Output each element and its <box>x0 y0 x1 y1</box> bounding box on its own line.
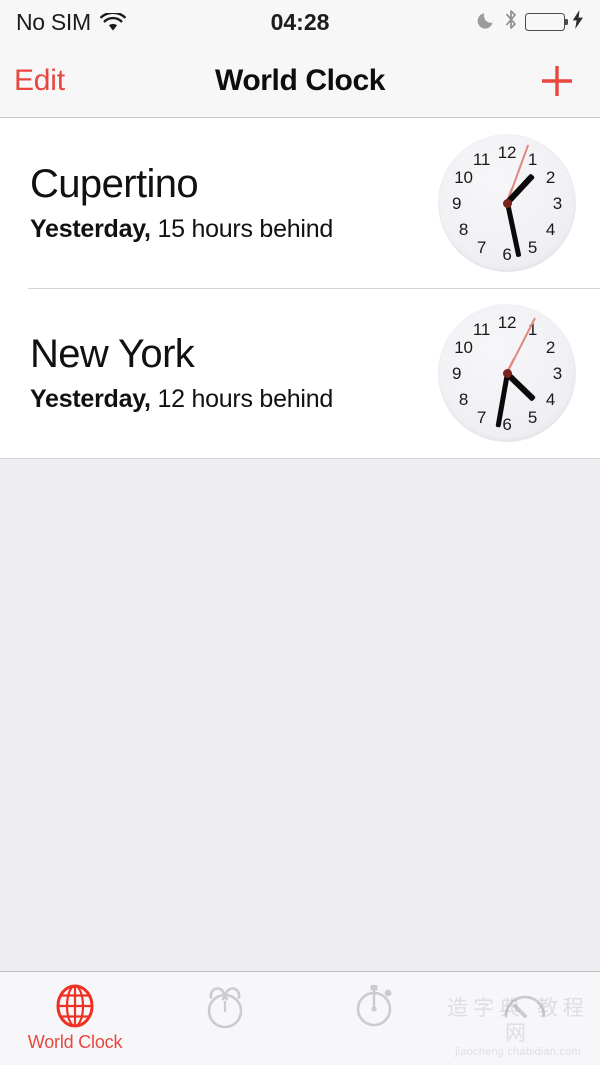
hours-behind-label: 15 hours behind <box>157 214 333 243</box>
do-not-disturb-moon-icon <box>477 10 497 35</box>
clock-numeral: 4 <box>545 220 556 240</box>
clock-numeral: 8 <box>458 390 469 410</box>
clock-center-pin <box>502 368 512 378</box>
city-name: Cupertino <box>30 161 199 206</box>
clock-numeral: 12 <box>497 142 517 162</box>
bluetooth-icon <box>504 9 518 35</box>
tab-world-clock[interactable]: World Clock <box>0 972 150 1065</box>
clock-numeral: 10 <box>454 167 473 187</box>
clock-numeral: 11 <box>472 319 491 339</box>
offset-label: Yesterday, 15 hours behind <box>30 214 438 244</box>
edit-button[interactable]: Edit <box>14 64 65 98</box>
clock-numeral: 3 <box>552 194 562 213</box>
add-city-button[interactable] <box>536 60 578 102</box>
clock-numeral: 3 <box>552 364 562 383</box>
charging-bolt-icon <box>572 10 584 34</box>
analog-clock: 12 1 2 3 4 5 6 7 8 9 10 11 <box>438 304 576 442</box>
clock-numeral: 9 <box>451 364 462 383</box>
status-bar: No SIM 04:28 <box>0 0 600 44</box>
wifi-icon <box>99 12 126 32</box>
tab-timer[interactable]: Timer <box>450 972 600 1065</box>
timer-icon <box>500 981 550 1031</box>
day-label: Yesterday, <box>30 384 151 413</box>
day-label: Yesterday, <box>30 214 151 243</box>
status-bar-left: No SIM <box>16 9 126 36</box>
clock-numeral: 11 <box>472 149 491 169</box>
alarm-clock-icon <box>199 981 251 1031</box>
clock-numeral: 5 <box>527 408 538 428</box>
clock-numeral: 9 <box>451 194 462 213</box>
clock-numeral: 5 <box>527 238 538 258</box>
stopwatch-icon <box>350 981 400 1031</box>
clock-center-pin <box>502 198 512 208</box>
world-clock-list: Cupertino Yesterday, 15 hours behind 12 … <box>0 118 600 459</box>
globe-icon <box>51 981 99 1031</box>
clock-numeral: 12 <box>497 312 517 332</box>
clock-numeral: 2 <box>545 337 556 357</box>
clock-numeral: 10 <box>454 337 473 357</box>
clock-numeral: 4 <box>545 390 556 410</box>
clock-numeral: 7 <box>476 408 487 428</box>
tab-stopwatch[interactable]: Stopwatch <box>300 972 450 1065</box>
battery-icon <box>525 13 568 31</box>
clock-row-text: Cupertino Yesterday, 15 hours behind <box>30 161 438 244</box>
clock-numeral: 7 <box>476 238 487 258</box>
offset-label: Yesterday, 12 hours behind <box>30 384 438 414</box>
tab-bar: World Clock Alarm Stopwatch <box>0 971 600 1065</box>
plus-icon <box>542 65 572 96</box>
table-row[interactable]: New York Yesterday, 12 hours behind 12 1… <box>0 288 600 458</box>
navigation-bar: Edit World Clock <box>0 44 600 118</box>
status-bar-right <box>477 9 584 35</box>
page-title: World Clock <box>214 63 386 97</box>
analog-clock: 12 1 2 3 4 5 6 7 8 9 10 11 <box>438 134 576 272</box>
hours-behind-label: 12 hours behind <box>157 384 333 413</box>
tab-label-world-clock: World Clock <box>27 1032 123 1052</box>
clock-numeral: 2 <box>545 167 556 187</box>
clock-row-text: New York Yesterday, 12 hours behind <box>30 331 438 414</box>
clock-numeral: 8 <box>458 220 469 240</box>
table-row[interactable]: Cupertino Yesterday, 15 hours behind 12 … <box>0 118 600 288</box>
city-name: New York <box>30 331 195 376</box>
carrier-label: No SIM <box>16 8 91 35</box>
tab-alarm[interactable]: Alarm <box>150 972 300 1065</box>
